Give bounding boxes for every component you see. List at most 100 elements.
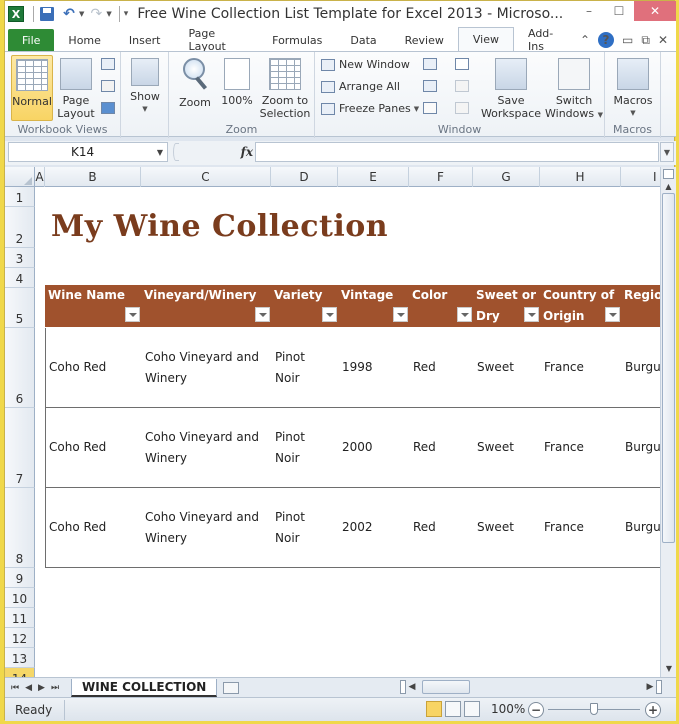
name-box-dropdown-icon[interactable]: ▼ (157, 148, 163, 157)
zoom-slider[interactable] (548, 703, 640, 715)
cell-color[interactable]: Red (410, 328, 474, 407)
cell-variety[interactable]: Pinot Noir (272, 408, 339, 487)
undo-dropdown-icon[interactable]: ▼ (79, 10, 84, 18)
filter-dropdown-icon[interactable] (457, 307, 472, 322)
prev-sheet-icon[interactable]: ◀ (25, 683, 32, 693)
cell-variety[interactable]: Pinot Noir (272, 488, 339, 567)
cell-color[interactable]: Red (410, 408, 474, 487)
row-header-3[interactable]: 3 (5, 248, 35, 268)
full-screen-icon[interactable] (101, 102, 115, 114)
cell-country[interactable]: France (541, 488, 622, 567)
minimize-button[interactable]: – (574, 1, 604, 21)
zoom-in-button[interactable]: + (645, 702, 661, 718)
cell-sweet-dry[interactable]: Sweet (474, 328, 541, 407)
filter-dropdown-icon[interactable] (605, 307, 620, 322)
filter-dropdown-icon[interactable] (125, 307, 140, 322)
tab-page-layout[interactable]: Page Layout (174, 27, 258, 53)
cell-wine-name[interactable]: Coho Red (46, 408, 142, 487)
reset-window-position-icon[interactable] (455, 102, 469, 114)
cell-wine-name[interactable]: Coho Red (46, 488, 142, 567)
cell-vineyard[interactable]: Coho Vineyard and Winery (142, 328, 272, 407)
column-header-f[interactable]: F (409, 167, 473, 187)
horizontal-scrollbar[interactable]: ◀ ▶ (400, 680, 662, 694)
cell-vineyard[interactable]: Coho Vineyard and Winery (142, 408, 272, 487)
row-header-5[interactable]: 5 (5, 288, 35, 328)
tab-home[interactable]: Home (54, 29, 114, 51)
filter-dropdown-icon[interactable] (524, 307, 539, 322)
row-header-14[interactable]: 14 (5, 668, 35, 677)
sheet-tab-wine-collection[interactable]: WINE COLLECTION (71, 678, 218, 697)
synchronous-scrolling-icon[interactable] (455, 80, 469, 92)
hide-icon[interactable] (423, 80, 437, 92)
column-header-h[interactable]: H (540, 167, 621, 187)
cell-region[interactable]: Burgu (622, 488, 660, 567)
cell-region[interactable]: Burgu (622, 328, 660, 407)
workbook-minimize-icon[interactable]: ▭ (622, 33, 633, 47)
view-side-by-side-icon[interactable] (455, 58, 469, 70)
tab-file[interactable]: File (8, 29, 55, 51)
filter-dropdown-icon[interactable] (393, 307, 408, 322)
row-header-8[interactable]: 8 (5, 488, 35, 568)
undo-icon[interactable]: ↶ (60, 5, 78, 23)
zoom-to-selection-button[interactable]: Zoom to Selection (259, 55, 311, 120)
zoom-slider-thumb[interactable] (590, 703, 598, 715)
zoom-level[interactable]: 100% (491, 702, 525, 716)
normal-view-status-icon[interactable] (426, 701, 442, 717)
vertical-scroll-thumb[interactable] (662, 193, 675, 543)
tab-data[interactable]: Data (336, 29, 390, 51)
cell-vintage[interactable]: 2000 (339, 408, 410, 487)
next-sheet-icon[interactable]: ▶ (38, 683, 45, 693)
worksheet-grid[interactable]: A B C D E F G H I 1 2 3 4 5 6 7 8 9 10 1… (5, 167, 660, 677)
select-all-button[interactable] (5, 167, 35, 187)
row-header-11[interactable]: 11 (5, 608, 35, 628)
row-header-10[interactable]: 10 (5, 588, 35, 608)
cell-sweet-dry[interactable]: Sweet (474, 408, 541, 487)
first-sheet-icon[interactable]: ⏮ (11, 683, 19, 693)
macros-button[interactable]: Macros ▼ (611, 55, 655, 120)
last-sheet-icon[interactable]: ⏭ (51, 683, 59, 693)
show-button[interactable]: Show ▼ (127, 55, 163, 116)
cell-vineyard[interactable]: Coho Vineyard and Winery (142, 488, 272, 567)
cell-country[interactable]: France (541, 328, 622, 407)
page-break-preview-icon[interactable] (101, 58, 115, 70)
horizontal-scroll-track[interactable] (418, 680, 644, 694)
freeze-panes-button[interactable]: Freeze Panes ▼ (321, 102, 419, 115)
workbook-restore-icon[interactable]: ⧉ (641, 33, 650, 48)
column-header-d[interactable]: D (271, 167, 338, 187)
cell-region[interactable]: Burgu (622, 408, 660, 487)
arrange-all-button[interactable]: Arrange All (321, 80, 400, 93)
tab-view[interactable]: View (457, 27, 514, 51)
redo-icon[interactable]: ↷ (87, 5, 105, 23)
cell-wine-name[interactable]: Coho Red (46, 328, 142, 407)
row-header-1[interactable]: 1 (5, 187, 35, 207)
expand-formula-bar-icon[interactable]: ▼ (660, 142, 674, 162)
row-header-6[interactable]: 6 (5, 328, 35, 408)
formula-resize-handle[interactable] (173, 143, 179, 161)
normal-view-button[interactable]: Normal (11, 55, 53, 121)
formula-input[interactable] (255, 142, 659, 162)
cell-sweet-dry[interactable]: Sweet (474, 488, 541, 567)
minimize-ribbon-icon[interactable]: ⌃ (580, 33, 590, 47)
new-window-button[interactable]: New Window (321, 58, 410, 71)
cell-variety[interactable]: Pinot Noir (272, 328, 339, 407)
custom-views-icon[interactable] (101, 80, 115, 92)
page-layout-status-icon[interactable] (445, 701, 461, 717)
close-button[interactable]: ✕ (634, 1, 676, 21)
save-workspace-button[interactable]: Save Workspace (481, 55, 541, 120)
split-icon[interactable] (423, 58, 437, 70)
save-icon[interactable] (38, 5, 56, 23)
name-box[interactable]: K14 ▼ (8, 142, 168, 162)
column-header-c[interactable]: C (141, 167, 271, 187)
scroll-up-icon[interactable]: ▲ (661, 179, 676, 193)
split-box-icon[interactable] (663, 169, 674, 179)
scroll-down-icon[interactable]: ▼ (661, 661, 677, 675)
header-region[interactable]: Regio (621, 285, 660, 327)
row-header-12[interactable]: 12 (5, 628, 35, 648)
sheet-title[interactable]: My Wine Collection (51, 209, 388, 244)
switch-windows-button[interactable]: Switch Windows ▼ (545, 55, 603, 122)
row-header-2[interactable]: 2 (5, 207, 35, 248)
help-icon[interactable]: ? (598, 32, 615, 48)
column-header-i[interactable]: I (621, 167, 660, 187)
column-header-g[interactable]: G (473, 167, 540, 187)
column-header-a[interactable]: A (35, 167, 45, 187)
